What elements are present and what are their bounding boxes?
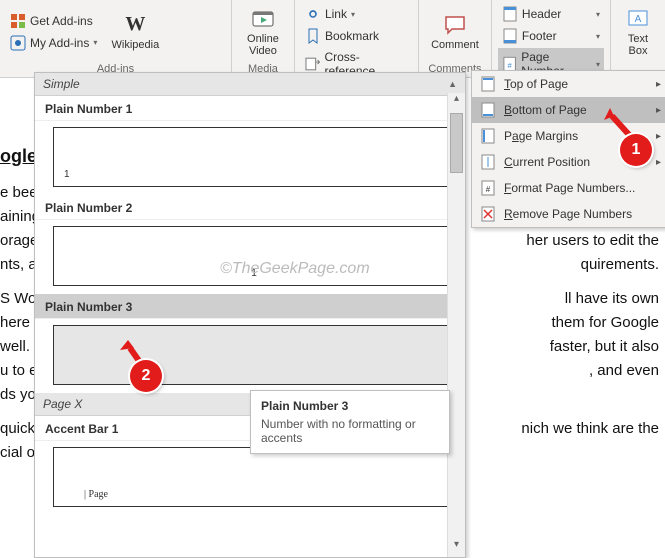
tooltip-body: Number with no formatting or accents — [261, 417, 439, 445]
my-addins-label: My Add-ins — [30, 36, 89, 50]
link-label: Link — [325, 7, 347, 21]
text-box-button[interactable]: A Text Box — [617, 2, 659, 61]
tooltip: Plain Number 3 Number with no formatting… — [250, 390, 450, 454]
wikipedia-icon: W — [123, 13, 147, 37]
chevron-right-icon: ▸ — [656, 79, 661, 90]
gallery-category-label: Page X — [43, 397, 82, 411]
footer-label: Footer — [522, 29, 557, 43]
callout-1: 1 — [620, 134, 652, 166]
scroll-thumb[interactable] — [450, 113, 463, 173]
dropdown-icon: ▾ — [596, 32, 600, 41]
dropdown-icon: ▾ — [93, 38, 97, 47]
my-addins-icon — [10, 35, 26, 51]
scroll-down-icon[interactable]: ▾ — [448, 539, 465, 557]
menu-remove-label: Remove Page Numbers — [504, 207, 632, 221]
page-top-icon — [480, 76, 496, 92]
ribbon: Get Add-ins My Add-ins ▾ W Wikipedia Add… — [0, 0, 665, 78]
menu-format-label: Format Page Numbers... — [504, 181, 635, 195]
scroll-up-icon[interactable]: ▴ — [448, 93, 465, 111]
addins-icon — [10, 13, 26, 29]
gallery-preview: | Page — [53, 447, 455, 507]
gallery-item-title: Plain Number 3 — [35, 294, 465, 319]
text-box-label: Text Box — [628, 33, 648, 57]
svg-text:A: A — [635, 14, 642, 25]
gallery-preview: 1 — [53, 226, 455, 286]
chevron-right-icon: ▸ — [656, 105, 661, 116]
menu-remove-page-numbers[interactable]: Remove Page Numbers — [472, 201, 665, 227]
gallery-item[interactable]: Plain Number 2 1 — [35, 195, 465, 286]
header-label: Header — [522, 7, 561, 21]
footer-button[interactable]: Footer ▾ — [498, 26, 604, 46]
gallery-scrollbar[interactable]: ▴ ▾ — [447, 93, 465, 557]
get-addins-label: Get Add-ins — [30, 14, 93, 28]
comment-label: Comment — [431, 39, 479, 51]
page-margins-icon — [480, 128, 496, 144]
page-number-gallery: Simple ▲ Plain Number 1 1 Plain Number 2… — [34, 72, 466, 558]
current-position-icon — [480, 154, 496, 170]
dropdown-icon: ▾ — [351, 10, 355, 19]
bookmark-label: Bookmark — [325, 29, 379, 43]
comment-button[interactable]: Comment — [425, 2, 485, 61]
remove-icon — [480, 206, 496, 222]
gallery-category-label: Simple — [43, 77, 80, 91]
callout-2: 2 — [130, 360, 162, 392]
wikipedia-button[interactable]: W Wikipedia — [105, 2, 165, 61]
gallery-item-title: Plain Number 1 — [35, 96, 465, 121]
bookmark-button[interactable]: Bookmark — [301, 26, 412, 46]
format-icon: # — [480, 180, 496, 196]
get-addins-button[interactable]: Get Add-ins — [6, 11, 101, 31]
chevron-right-icon: ▸ — [656, 131, 661, 142]
wikipedia-label: Wikipedia — [112, 39, 160, 51]
header-button[interactable]: Header ▾ — [498, 4, 604, 24]
collapse-icon: ▲ — [448, 79, 457, 89]
gallery-item-title: Plain Number 2 — [35, 195, 465, 220]
gallery-item[interactable]: Plain Number 1 1 — [35, 96, 465, 187]
link-icon — [305, 6, 321, 22]
page-bottom-icon — [480, 102, 496, 118]
bookmark-icon — [305, 28, 321, 44]
footer-icon — [502, 28, 518, 44]
my-addins-button[interactable]: My Add-ins ▾ — [6, 33, 101, 53]
gallery-item[interactable]: Plain Number 3 — [35, 294, 465, 385]
dropdown-icon: ▾ — [596, 60, 600, 69]
online-video-button[interactable]: Online Video — [238, 2, 288, 61]
gallery-preview: 1 — [53, 127, 455, 187]
dropdown-icon: ▾ — [596, 10, 600, 19]
gallery-preview — [53, 325, 455, 385]
xref-icon — [305, 56, 321, 72]
text-box-icon: A — [626, 7, 650, 31]
chevron-right-icon: ▸ — [656, 157, 661, 168]
menu-top-of-page[interactable]: Top of Page ▸ — [472, 71, 665, 97]
gallery-category-header[interactable]: Simple ▲ — [35, 73, 465, 96]
svg-text:#: # — [486, 185, 491, 194]
video-icon — [251, 7, 275, 31]
menu-format-page-numbers[interactable]: # Format Page Numbers... — [472, 175, 665, 201]
svg-text:#: # — [507, 61, 512, 70]
link-button[interactable]: Link ▾ — [301, 4, 412, 24]
tooltip-title: Plain Number 3 — [261, 399, 439, 413]
header-icon — [502, 6, 518, 22]
video-label: Online Video — [247, 33, 279, 57]
comment-icon — [443, 13, 467, 37]
